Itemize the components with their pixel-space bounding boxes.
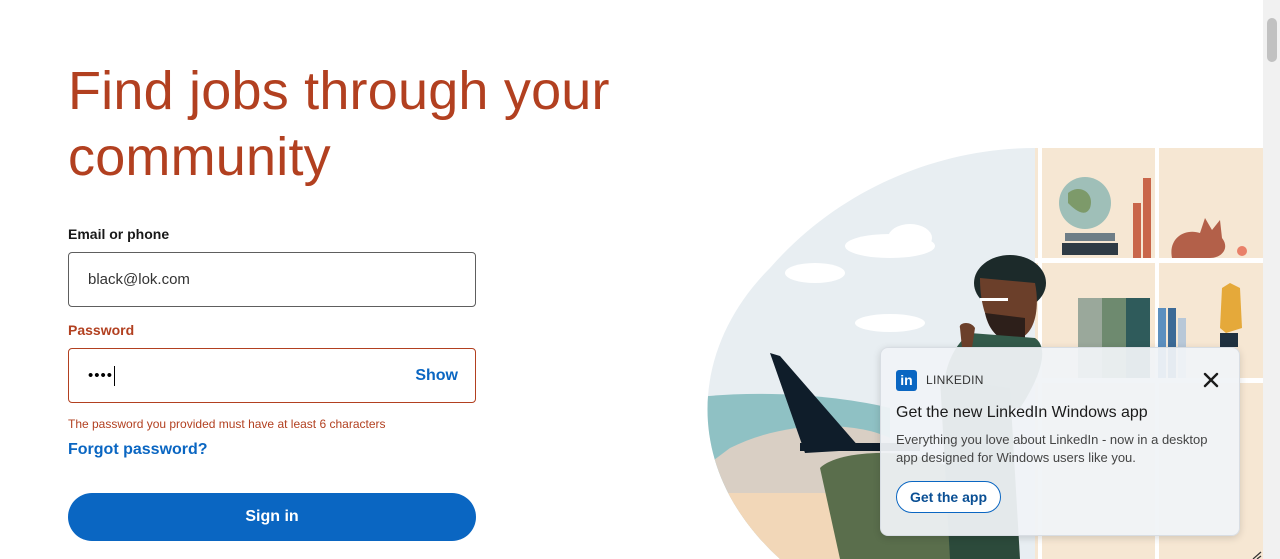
app-promo-toast: in LINKEDIN Get the new LinkedIn Windows… [880, 347, 1240, 536]
page-title: Find jobs through your community [68, 61, 610, 187]
forgot-password-link[interactable]: Forgot password? [68, 441, 208, 459]
get-the-app-button[interactable]: Get the app [896, 481, 1001, 513]
toast-title: Get the new LinkedIn Windows app [896, 404, 1148, 421]
email-field[interactable]: black@lok.com [68, 252, 476, 307]
password-error: The password you provided must have at l… [68, 417, 386, 431]
toast-body: Everything you love about LinkedIn - now… [896, 432, 1208, 465]
password-label: Password [68, 322, 135, 338]
password-field[interactable]: •••• Show [68, 348, 476, 403]
close-icon[interactable] [1199, 368, 1223, 392]
show-password-button[interactable]: Show [415, 349, 458, 402]
resize-grip-icon [1252, 551, 1262, 559]
email-value: black@lok.com [88, 271, 190, 288]
sign-in-button[interactable]: Sign in [68, 493, 476, 541]
email-label: Email or phone [68, 226, 170, 242]
scroll-thumb[interactable] [1267, 18, 1277, 62]
linkedin-logo-icon: in [896, 370, 917, 391]
toast-app-name: LINKEDIN [926, 373, 984, 387]
password-value: •••• [88, 349, 116, 402]
page-scrollbar[interactable] [1263, 0, 1280, 559]
